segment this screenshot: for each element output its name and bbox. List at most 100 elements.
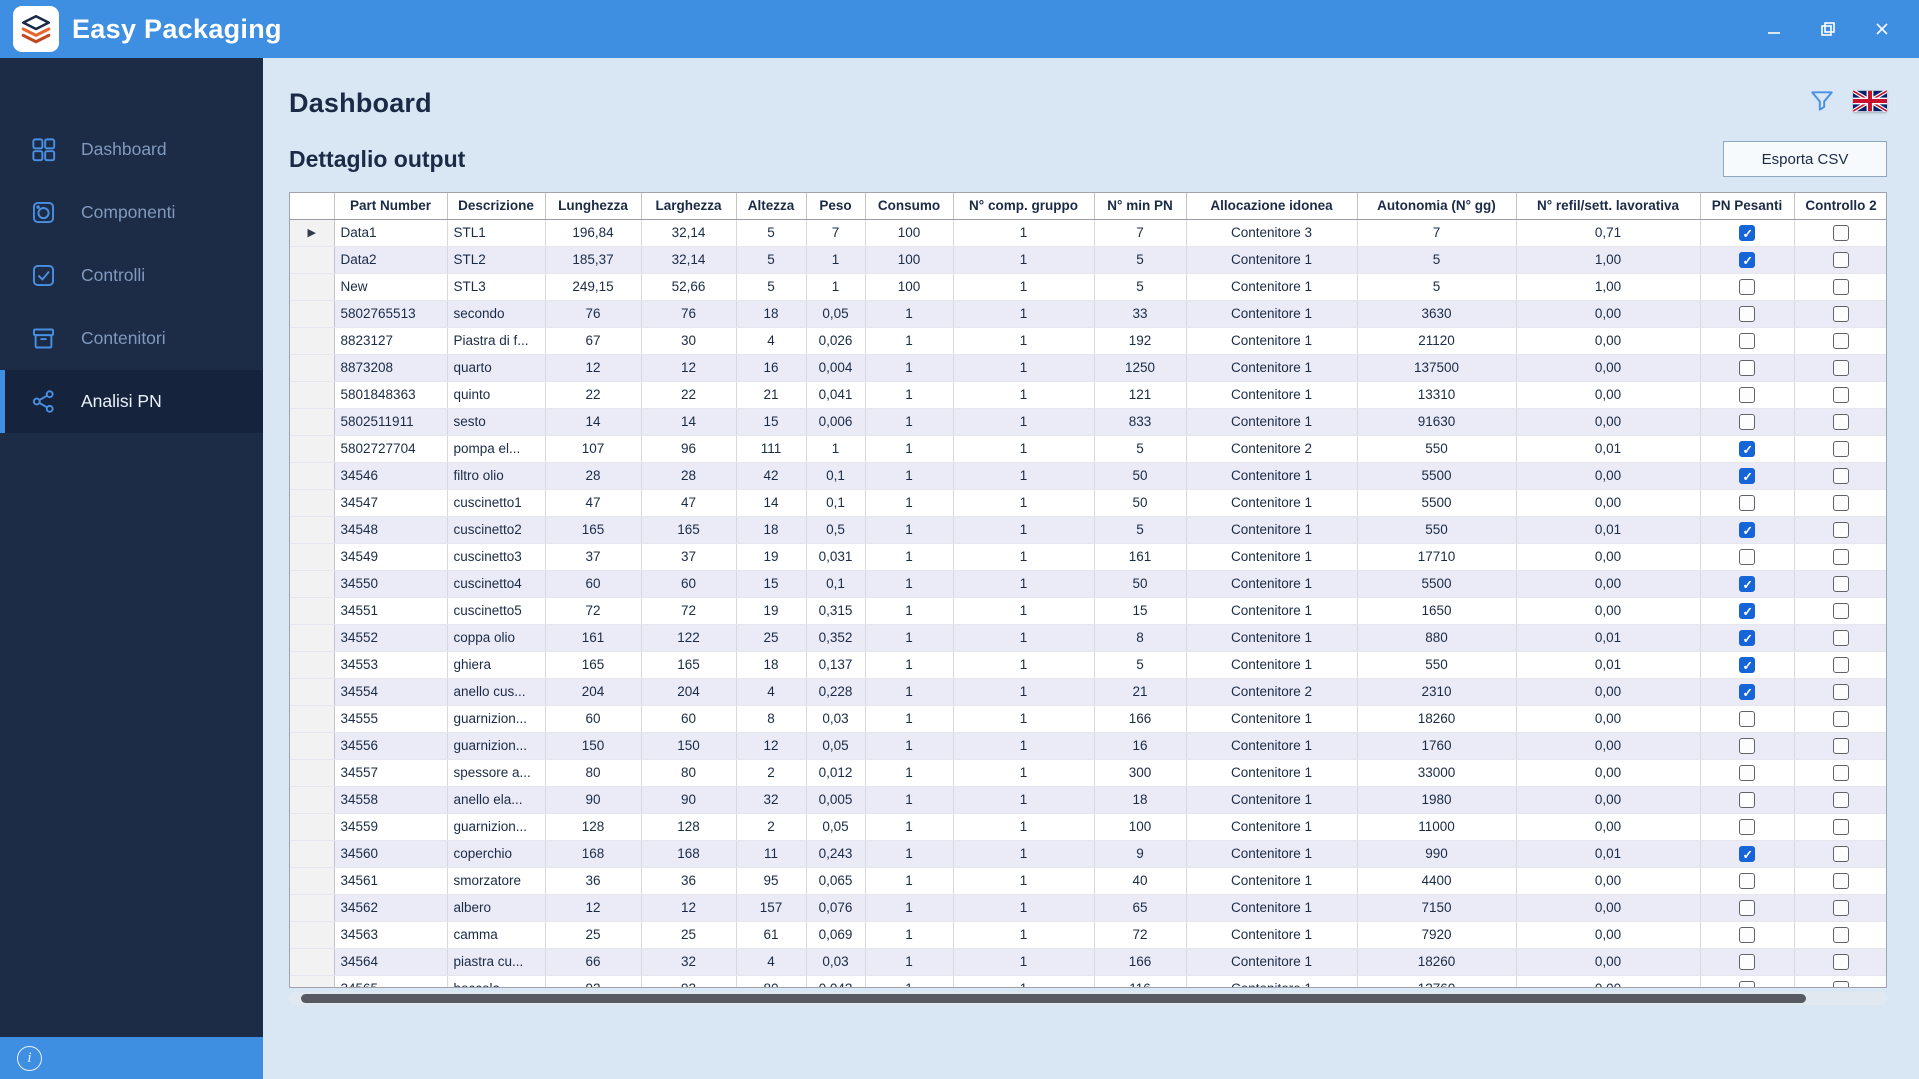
cell[interactable]: 34548	[334, 516, 448, 544]
cell[interactable]: 25	[641, 921, 737, 949]
cell[interactable]: 92	[545, 975, 642, 987]
cell[interactable]: Contenitore 1	[1186, 651, 1358, 679]
cell[interactable]: 1	[953, 543, 1095, 571]
cell[interactable]: 72	[641, 597, 737, 625]
cell[interactable]: 52,66	[641, 273, 737, 301]
controllo-2-checkbox[interactable]	[1833, 332, 1849, 349]
cell[interactable]: 5	[736, 246, 807, 274]
table-row[interactable]: 34561 smorzatore 36 36 95 0,065 1 1 40 Contenitor…	[290, 867, 1886, 895]
pn-pesanti-checkbox[interactable]	[1739, 224, 1755, 241]
filter-icon[interactable]	[1809, 88, 1835, 119]
sidebar-item-contenitori[interactable]: Contenitori	[0, 307, 263, 370]
cell[interactable]: 1	[953, 435, 1095, 463]
cell[interactable]: 34560	[334, 840, 448, 868]
row-selector[interactable]	[290, 300, 335, 328]
cell[interactable]: 28	[545, 462, 642, 490]
cell[interactable]: 0,00	[1516, 732, 1701, 760]
cell[interactable]: 0,01	[1516, 651, 1701, 679]
cell[interactable]: 204	[641, 678, 737, 706]
cell[interactable]: 34552	[334, 624, 448, 652]
cell[interactable]: 1	[806, 435, 866, 463]
cell[interactable]: 5802511911	[334, 408, 448, 436]
cell[interactable]: 128	[545, 813, 642, 841]
controllo-2-checkbox[interactable]	[1833, 602, 1849, 619]
cell[interactable]: 122	[641, 624, 737, 652]
cell[interactable]: 0,00	[1516, 543, 1701, 571]
cell[interactable]: 34551	[334, 597, 448, 625]
column-header-peso[interactable]: Peso	[806, 193, 866, 220]
cell[interactable]: 1	[953, 651, 1095, 679]
cell[interactable]: 0,042	[806, 975, 866, 987]
cell[interactable]: Contenitore 1	[1186, 570, 1358, 598]
cell[interactable]: 66	[545, 948, 642, 976]
cell[interactable]: 100	[1094, 813, 1187, 841]
cell[interactable]: 0,069	[806, 921, 866, 949]
table-row[interactable]: 34559 guarnizion... 128 128 2 0,05 1 1 100 Conten…	[290, 813, 1886, 841]
cell[interactable]: 36	[641, 867, 737, 895]
cell[interactable]: 34553	[334, 651, 448, 679]
cell[interactable]: 0,00	[1516, 354, 1701, 382]
cell[interactable]: 18	[736, 651, 807, 679]
column-header-part-number[interactable]: Part Number	[334, 193, 448, 220]
cell[interactable]: 100	[865, 246, 954, 274]
controllo-2-checkbox[interactable]	[1833, 278, 1849, 295]
cell[interactable]: 5	[1094, 516, 1187, 544]
cell[interactable]: 1760	[1357, 732, 1517, 760]
cell[interactable]: 1	[953, 840, 1095, 868]
controllo-2-checkbox[interactable]	[1833, 305, 1849, 322]
cell[interactable]: Contenitore 1	[1186, 624, 1358, 652]
cell[interactable]: 15	[736, 408, 807, 436]
table-row[interactable]: 34564 piastra cu... 66 32 4 0,03 1 1 166 Contenit…	[290, 948, 1886, 976]
cell[interactable]: 100	[865, 219, 954, 247]
cell[interactable]: 18260	[1357, 948, 1517, 976]
cell[interactable]: 192	[1094, 327, 1187, 355]
table-row[interactable]: Data2 STL2 185,37 32,14 5 1 100 1 5 Contenitore 1…	[290, 246, 1886, 274]
cell[interactable]: 1	[865, 705, 954, 733]
cell[interactable]: 32,14	[641, 219, 737, 247]
cell[interactable]: Contenitore 1	[1186, 462, 1358, 490]
table-row[interactable]: 34555 guarnizion... 60 60 8 0,03 1 1 166 Contenit…	[290, 705, 1886, 733]
cell[interactable]: 2310	[1357, 678, 1517, 706]
cell[interactable]: Contenitore 1	[1186, 759, 1358, 787]
pn-pesanti-checkbox[interactable]	[1739, 332, 1755, 349]
cell[interactable]: 0,00	[1516, 570, 1701, 598]
row-selector[interactable]	[290, 867, 335, 895]
cell[interactable]: 12	[545, 354, 642, 382]
cell[interactable]: 1	[953, 705, 1095, 733]
cell[interactable]: 1	[806, 246, 866, 274]
cell[interactable]: albero	[447, 894, 546, 922]
controllo-2-checkbox[interactable]	[1833, 386, 1849, 403]
pn-pesanti-checkbox[interactable]	[1739, 764, 1755, 781]
cell[interactable]: 111	[736, 435, 807, 463]
cell[interactable]: 150	[545, 732, 642, 760]
cell[interactable]: 0,01	[1516, 516, 1701, 544]
cell[interactable]: cuscinetto1	[447, 489, 546, 517]
cell[interactable]: 1	[865, 570, 954, 598]
cell[interactable]: 8	[1094, 624, 1187, 652]
table-row[interactable]: 34547 cuscinetto1 47 47 14 0,1 1 1 50 Contenitore…	[290, 489, 1886, 517]
column-header-n-comp-gruppo[interactable]: N° comp. gruppo	[953, 193, 1095, 220]
row-selector[interactable]	[290, 651, 335, 679]
cell[interactable]: 34547	[334, 489, 448, 517]
cell[interactable]: 0,004	[806, 354, 866, 382]
maximize-restore-icon[interactable]	[1817, 18, 1839, 40]
cell[interactable]: 150	[641, 732, 737, 760]
cell[interactable]: 0,03	[806, 705, 866, 733]
cell[interactable]: pompa el...	[447, 435, 546, 463]
cell[interactable]: 1	[953, 732, 1095, 760]
cell[interactable]: 0,00	[1516, 300, 1701, 328]
controllo-2-checkbox[interactable]	[1833, 899, 1849, 916]
cell[interactable]: coppa olio	[447, 624, 546, 652]
cell[interactable]: 0,137	[806, 651, 866, 679]
cell[interactable]: 12	[545, 894, 642, 922]
cell[interactable]: 0,00	[1516, 381, 1701, 409]
cell[interactable]: 19	[736, 597, 807, 625]
cell[interactable]: 1	[865, 975, 954, 987]
cell[interactable]: spessore a...	[447, 759, 546, 787]
controllo-2-checkbox[interactable]	[1833, 521, 1849, 538]
cell[interactable]: 0,026	[806, 327, 866, 355]
cell[interactable]: 22	[545, 381, 642, 409]
table-row[interactable]: 8873208 quarto 12 12 16 0,004 1 1 1250 Contenitor…	[290, 354, 1886, 382]
cell[interactable]: 5	[1094, 651, 1187, 679]
table-row[interactable]: 34562 albero 12 12 157 0,076 1 1 65 Contenitore 1…	[290, 894, 1886, 922]
